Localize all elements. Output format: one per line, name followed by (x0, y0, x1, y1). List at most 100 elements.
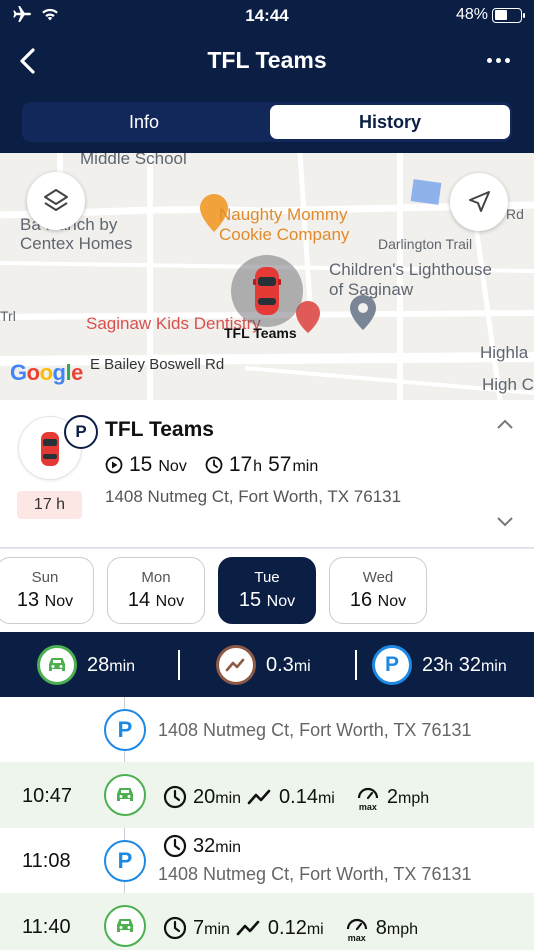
battery-icon (492, 7, 525, 23)
vehicle-name: TFL Teams (105, 418, 214, 441)
day-name: Mon (141, 569, 171, 586)
drive-distance: 0.12 (267, 916, 307, 939)
layers-button[interactable] (27, 172, 85, 230)
timeline-row-drive[interactable]: 10:47 20min 0.14mi max 2mph (0, 762, 534, 828)
more-button[interactable] (487, 58, 510, 63)
drive-stats: 20min 0.14mi max 2mph (163, 784, 430, 812)
parking-letter: P (117, 848, 133, 873)
day-month: Nov (155, 593, 185, 610)
drive-duration-unit: min (215, 789, 242, 807)
map-view[interactable]: Middle School Ba Ranch by Centex Homes N… (0, 153, 534, 400)
chevron-down-icon[interactable] (496, 516, 514, 528)
distance-icon (247, 789, 271, 805)
vehicle-marker-label: TFL Teams (224, 325, 297, 341)
vehicle-meta: 15 Nov 17 h 57 min (105, 453, 318, 477)
day-month: Nov (44, 593, 74, 610)
parking-icon: P (104, 840, 146, 882)
timeline-row-park[interactable]: P 1408 Nutmeg Ct, Fort Worth, TX 76131 (0, 697, 534, 762)
drive-max-speed: 8 (375, 916, 387, 939)
drive-duration: 7 (193, 916, 205, 939)
vehicle-date-day: 15 (129, 453, 153, 476)
park-duration-unit: min (215, 838, 242, 856)
tab-info[interactable]: Info (24, 105, 264, 139)
drive-distance-unit: mi (306, 920, 324, 938)
day-wed[interactable]: Wed 16 Nov (329, 557, 427, 624)
vehicle-address: 1408 Nutmeg Ct, Fort Worth, TX 76131 (105, 487, 402, 506)
clock-icon (205, 456, 223, 474)
parking-icon: P (104, 709, 146, 751)
map-label-rd: Rd (506, 206, 524, 222)
day-mon[interactable]: Mon 14 Nov (107, 557, 205, 624)
clock-icon (163, 785, 187, 809)
parking-icon: P (372, 645, 412, 685)
vehicle-duration-minutes: 57 (268, 453, 292, 476)
vehicle-date-month: Nov (158, 458, 187, 475)
car-icon (41, 432, 59, 466)
header-bar: 14:44 48% TFL Teams Info History (0, 0, 534, 153)
map-label-ranch: Centex Homes (20, 234, 133, 253)
drive-icon (104, 774, 146, 816)
navigation-arrow-icon (469, 191, 490, 212)
vehicle-duration-min-unit: min (292, 458, 319, 475)
vehicle-card[interactable]: P 17 h TFL Teams 15 Nov 17 h 57 min 1408 Nu… (0, 400, 534, 548)
car-icon (253, 267, 281, 315)
map-label-lighthouse: of Saginaw (329, 280, 414, 299)
speedometer-icon: max (355, 784, 381, 812)
park-duration: 32 (193, 834, 216, 857)
summary-drive-unit: min (109, 657, 136, 675)
day-sun[interactable]: Sun 13 Nov (0, 557, 94, 624)
timeline-row-park[interactable]: 11:08 P 32min 1408 Nutmeg Ct, Fort Worth… (0, 828, 534, 893)
park-stats: 32min (163, 834, 241, 858)
chevron-up-icon[interactable] (496, 418, 514, 430)
day-name: Wed (362, 569, 394, 586)
parked-badge: P (64, 415, 98, 449)
summary-parking-min-unit: min (480, 657, 507, 675)
summary-parking-minutes: 32 (458, 653, 481, 676)
map-label-highla: Highla (480, 343, 529, 362)
drive-stats: 7min 0.12mi max 8mph (163, 915, 418, 943)
google-logo: Google (10, 360, 83, 385)
timeline-row-drive[interactable]: 11:40 7min 0.12mi max 8mph (0, 893, 534, 950)
drive-icon (37, 645, 77, 685)
summary-divider (178, 650, 180, 680)
status-battery: 48% (456, 6, 525, 24)
layers-icon (44, 189, 68, 211)
drive-speed-unit: mph (397, 789, 430, 807)
park-address: 1408 Nutmeg Ct, Fort Worth, TX 76131 (158, 864, 472, 884)
summary-drive-value: 28 (87, 653, 110, 676)
more-dot (505, 58, 510, 63)
park-start-time: 11:08 (22, 850, 71, 872)
day-name: Sun (31, 569, 59, 586)
more-dot (496, 58, 501, 63)
map-label-trl: Trl (0, 308, 16, 324)
drive-duration: 20 (193, 785, 216, 808)
clock-icon (163, 834, 187, 858)
drive-speed-unit: mph (386, 920, 418, 938)
drive-distance-unit: mi (317, 789, 335, 807)
summary-drive: 28min (37, 645, 135, 685)
vehicle-marker[interactable] (231, 255, 303, 327)
summary-distance-value: 0.3 (266, 653, 294, 676)
map-label-bailey: E Bailey Boswell Rd (90, 356, 225, 373)
more-dot (487, 58, 492, 63)
segmented-control: Info History (22, 102, 512, 142)
day-number: 13 (16, 589, 40, 611)
day-number: 16 (349, 589, 373, 611)
locate-button[interactable] (450, 173, 508, 231)
play-circle-icon (105, 456, 123, 474)
distance-icon (216, 645, 256, 685)
day-number: 14 (127, 589, 151, 611)
drive-duration-unit: min (204, 920, 230, 938)
summary-bar: 28min 0.3mi P 23h 32min (0, 632, 534, 697)
speedometer-icon: max (344, 915, 370, 943)
map-label-school: Middle School (80, 153, 187, 168)
vehicle-duration-h-unit: h (253, 458, 263, 475)
tab-history[interactable]: History (270, 105, 510, 139)
day-month: Nov (377, 593, 407, 610)
day-tue[interactable]: Tue 15 Nov (218, 557, 316, 624)
summary-parking-h-unit: h (444, 657, 454, 675)
drive-icon (104, 905, 146, 947)
day-number: 15 (238, 589, 262, 611)
nav-bar: TFL Teams (0, 38, 534, 88)
park-address: 1408 Nutmeg Ct, Fort Worth, TX 76131 (158, 720, 472, 740)
